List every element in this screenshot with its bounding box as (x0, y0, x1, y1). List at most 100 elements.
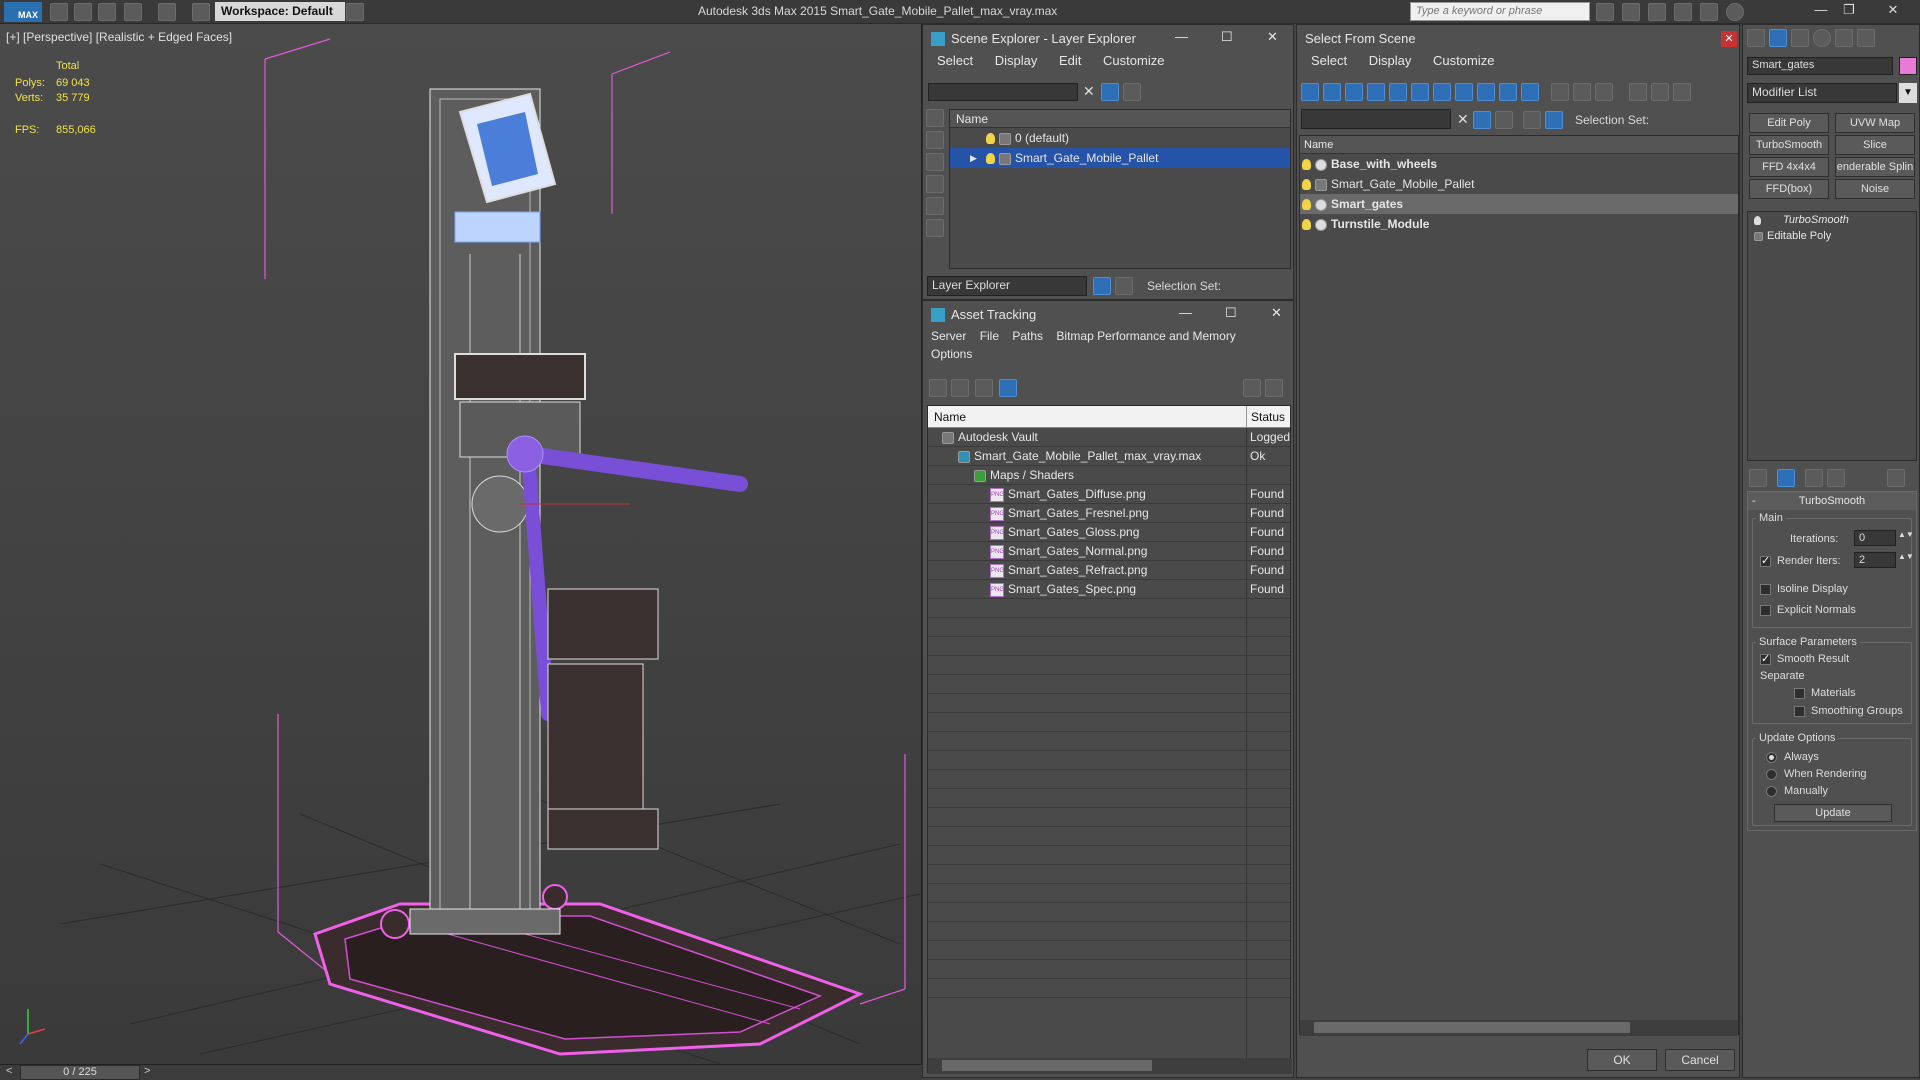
redo-icon[interactable] (158, 3, 176, 21)
expand-plus-icon[interactable] (1754, 231, 1763, 241)
menu-bitmap-performance[interactable]: Bitmap Performance and Memory (1056, 329, 1235, 343)
modifier-quick-button[interactable]: UVW Map (1835, 113, 1915, 133)
asset-row[interactable]: PNG Smart_Gates_Gloss.png Found (928, 523, 1290, 542)
collapse-minus-icon[interactable]: - (1752, 492, 1756, 510)
expand-arrow-icon[interactable]: ▶ (970, 148, 977, 168)
iterations-spinner[interactable]: 0 (1854, 530, 1896, 546)
filter-groups-icon[interactable] (1433, 83, 1451, 101)
checkbox-icon[interactable] (1760, 583, 1771, 595)
undo-icon[interactable] (124, 3, 142, 21)
asset-row[interactable] (928, 903, 1290, 922)
update-button[interactable]: Update (1774, 804, 1892, 822)
filter-xrefs-icon[interactable] (1455, 83, 1473, 101)
asset-row[interactable] (928, 694, 1290, 713)
layer-row[interactable]: ▶ Smart_Gate_Mobile_Pallet (950, 148, 1290, 168)
asset-row[interactable]: PNG Smart_Gates_Spec.png Found (928, 580, 1290, 599)
sync-selection-icon[interactable] (1123, 83, 1141, 101)
visibility-bulb-icon[interactable] (1302, 199, 1311, 211)
filter-cameras-icon[interactable] (1367, 83, 1385, 101)
menu-customize[interactable]: Customize (1433, 53, 1494, 68)
time-prev-button[interactable]: < (6, 1065, 12, 1077)
motion-tab-icon[interactable] (1813, 29, 1831, 47)
app-logo[interactable]: MAX (4, 2, 42, 22)
checkbox-icon[interactable] (1794, 687, 1805, 699)
modifier-list-dropdown[interactable]: Modifier List (1747, 83, 1897, 103)
menu-paths[interactable]: Paths (1012, 329, 1043, 343)
layer-row[interactable]: 0 (default) (950, 128, 1290, 148)
asset-row[interactable] (928, 941, 1290, 960)
funnel-icon[interactable] (1629, 83, 1647, 101)
display-tab-icon[interactable] (1835, 29, 1853, 47)
visibility-bulb-icon[interactable] (986, 133, 995, 145)
table-view-icon[interactable] (999, 379, 1017, 397)
wrench-icon[interactable] (1622, 3, 1640, 21)
horizontal-scrollbar[interactable] (1300, 1020, 1738, 1036)
search-input[interactable]: Type a keyword or phrase (1410, 2, 1590, 21)
refresh-icon[interactable] (929, 379, 947, 397)
render-iters-spinner[interactable]: 2 (1854, 552, 1896, 568)
asset-row[interactable]: PNG Smart_Gates_Diffuse.png Found (928, 485, 1290, 504)
stack-item[interactable]: Editable Poly (1748, 228, 1916, 244)
asset-row[interactable] (928, 960, 1290, 979)
minimize-icon[interactable]: — (1175, 29, 1188, 44)
minimize-icon[interactable]: — (1179, 305, 1192, 320)
column-header-status[interactable]: Status (1246, 406, 1292, 428)
checkbox-icon[interactable] (1794, 705, 1805, 717)
checkbox-icon[interactable] (1760, 604, 1771, 616)
modifier-on-bulb-icon[interactable] (1754, 215, 1761, 225)
star-icon[interactable] (1674, 3, 1692, 21)
display-geometry-icon[interactable] (926, 131, 944, 149)
object-name-field[interactable]: Smart_gates (1747, 57, 1893, 75)
select-invert-icon[interactable] (1595, 83, 1613, 101)
layers-icon[interactable] (1093, 277, 1111, 295)
project-folder-icon[interactable] (192, 3, 210, 21)
visibility-bulb-icon[interactable] (1302, 219, 1311, 231)
time-next-button[interactable]: > (144, 1065, 150, 1077)
explorer-mode-dropdown[interactable]: Layer Explorer (927, 276, 1087, 296)
modifier-quick-button[interactable]: Slice (1835, 135, 1915, 155)
make-unique-icon[interactable] (1805, 469, 1823, 487)
asset-row[interactable] (928, 884, 1290, 903)
close-button[interactable]: ✕ (1880, 2, 1906, 22)
object-color-swatch[interactable] (1899, 57, 1917, 75)
new-file-icon[interactable] (50, 3, 68, 21)
filter-lights-icon[interactable] (1345, 83, 1363, 101)
column-header-name[interactable]: Name (950, 110, 1290, 128)
filter-shapes-icon[interactable] (1323, 83, 1341, 101)
radio-selected-icon[interactable] (1766, 751, 1777, 763)
menu-file[interactable]: File (980, 329, 999, 343)
smoothing-groups-checkbox[interactable]: Smoothing Groups (1794, 705, 1903, 717)
asset-row[interactable] (928, 713, 1290, 732)
close-x-icon[interactable] (1700, 3, 1718, 21)
modify-tab-icon[interactable] (1769, 29, 1787, 47)
hierarchy-mode-icon[interactable] (1545, 111, 1563, 129)
maximize-icon[interactable]: ☐ (1221, 29, 1233, 45)
visibility-bulb-icon[interactable] (1302, 159, 1311, 171)
asset-row[interactable] (928, 865, 1290, 884)
cancel-button[interactable]: Cancel (1665, 1049, 1735, 1071)
asset-row[interactable]: Autodesk Vault Logged (928, 428, 1290, 447)
horizontal-scrollbar[interactable] (928, 1058, 1292, 1074)
asset-row[interactable]: PNG Smart_Gates_Normal.png Found (928, 542, 1290, 561)
spinner-arrows-icon[interactable]: ▲▼ (1898, 552, 1914, 561)
modifier-quick-button[interactable]: TurboSmooth (1749, 135, 1829, 155)
checkbox-checked-icon[interactable] (1760, 554, 1771, 567)
collapse-icon[interactable] (1673, 83, 1691, 101)
object-row[interactable]: Turnstile_Module (1300, 214, 1738, 234)
filter-spacewarps-icon[interactable] (1411, 83, 1429, 101)
pin-stack-icon[interactable] (1749, 469, 1767, 487)
spinner-arrows-icon[interactable]: ▲▼ (1898, 530, 1914, 539)
menu-options[interactable]: Options (931, 347, 972, 361)
asset-row[interactable] (928, 789, 1290, 808)
hierarchy-icon[interactable] (1651, 83, 1669, 101)
radio-icon[interactable] (1766, 785, 1777, 797)
close-icon[interactable]: ✕ (1721, 31, 1737, 47)
ok-button[interactable]: OK (1587, 1049, 1657, 1071)
tool-icon[interactable] (1648, 3, 1666, 21)
scene-explorer-search-input[interactable] (928, 83, 1078, 101)
binoculars-icon[interactable] (1596, 3, 1614, 21)
select-none-icon[interactable] (1573, 83, 1591, 101)
menu-select[interactable]: Select (937, 53, 973, 68)
menu-customize[interactable]: Customize (1103, 53, 1164, 68)
modifier-quick-button[interactable]: FFD(box) (1749, 179, 1829, 199)
